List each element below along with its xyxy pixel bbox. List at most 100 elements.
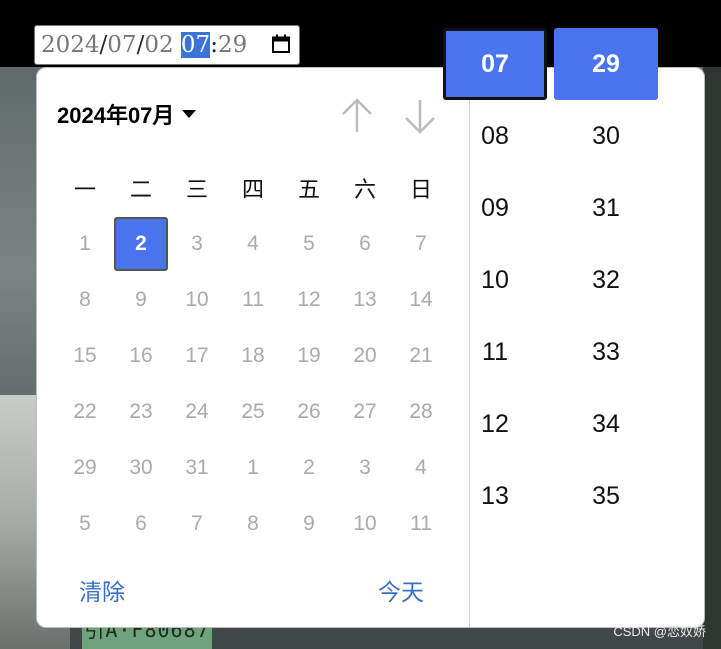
day-cell[interactable]: 22 bbox=[57, 384, 113, 440]
minute-label: 29 bbox=[554, 28, 658, 100]
minute-option-selected[interactable]: 29 bbox=[554, 28, 658, 100]
day-label: 8 bbox=[247, 512, 259, 535]
today-button[interactable]: 今天 bbox=[378, 573, 424, 607]
day-label: 3 bbox=[191, 232, 203, 255]
days-grid: 1 2 3 4 5 6 7 8 9 10 11 12 13 14 15 16 17 18 19 20 21 22 23 24 2… bbox=[57, 216, 449, 552]
weekday-label: 日 bbox=[409, 178, 432, 203]
day-cell[interactable]: 30 bbox=[113, 440, 169, 496]
day-cell[interactable]: 4 bbox=[225, 216, 281, 272]
day-label: 9 bbox=[303, 512, 315, 535]
day-label: 3 bbox=[359, 456, 371, 479]
day-cell[interactable]: 3 bbox=[337, 440, 393, 496]
day-label: 5 bbox=[79, 512, 91, 535]
minute-option[interactable]: 33 bbox=[554, 316, 658, 388]
day-cell[interactable]: 18 bbox=[225, 328, 281, 384]
day-cell[interactable]: 8 bbox=[225, 496, 281, 552]
day-cell[interactable]: 10 bbox=[337, 496, 393, 552]
day-label: 2 bbox=[114, 217, 168, 271]
day-label: 20 bbox=[353, 344, 377, 367]
calendar-icon[interactable] bbox=[271, 34, 291, 54]
day-cell[interactable]: 20 bbox=[337, 328, 393, 384]
day-cell[interactable]: 16 bbox=[113, 328, 169, 384]
day-cell[interactable]: 28 bbox=[393, 384, 449, 440]
weekday-label: 四 bbox=[241, 178, 264, 203]
hour-label: 07 bbox=[443, 28, 547, 100]
day-cell[interactable]: 11 bbox=[393, 496, 449, 552]
hour-option-selected[interactable]: 07 bbox=[443, 28, 547, 100]
month-title: 2024年07月 bbox=[57, 103, 175, 128]
hour-option[interactable]: 11 bbox=[443, 316, 547, 388]
arrow-down-icon bbox=[405, 100, 435, 134]
minute-option[interactable]: 32 bbox=[554, 244, 658, 316]
day-label: 28 bbox=[409, 400, 433, 423]
month-selector[interactable]: 2024年07月 bbox=[57, 98, 197, 130]
day-cell[interactable]: 5 bbox=[57, 496, 113, 552]
day-cell[interactable]: 31 bbox=[169, 440, 225, 496]
hour-option[interactable]: 09 bbox=[443, 172, 547, 244]
day-cell[interactable]: 6 bbox=[113, 496, 169, 552]
day-cell[interactable]: 2 bbox=[281, 440, 337, 496]
day-cell[interactable]: 17 bbox=[169, 328, 225, 384]
day-cell[interactable]: 19 bbox=[281, 328, 337, 384]
day-cell[interactable]: 27 bbox=[337, 384, 393, 440]
day-cell[interactable]: 7 bbox=[393, 216, 449, 272]
minute-option[interactable]: 31 bbox=[554, 172, 658, 244]
day-cell[interactable]: 24 bbox=[169, 384, 225, 440]
day-label: 4 bbox=[415, 456, 427, 479]
day-cell[interactable]: 14 bbox=[393, 272, 449, 328]
day-cell-selected[interactable]: 2 bbox=[113, 216, 169, 272]
day-cell[interactable]: 1 bbox=[57, 216, 113, 272]
minute-option[interactable]: 30 bbox=[554, 100, 658, 172]
hour-option[interactable]: 10 bbox=[443, 244, 547, 316]
day-cell[interactable]: 11 bbox=[225, 272, 281, 328]
day-label: 1 bbox=[247, 456, 259, 479]
day-cell[interactable]: 8 bbox=[57, 272, 113, 328]
hour-option[interactable]: 13 bbox=[443, 460, 547, 532]
day-cell[interactable]: 15 bbox=[57, 328, 113, 384]
month-segment[interactable]: 07 bbox=[107, 32, 136, 58]
minute-segment[interactable]: 29 bbox=[218, 32, 252, 58]
hour-segment[interactable]: 07 bbox=[180, 32, 211, 58]
day-label: 23 bbox=[129, 400, 153, 423]
next-month-button[interactable] bbox=[403, 98, 437, 134]
day-cell[interactable]: 10 bbox=[169, 272, 225, 328]
hour-option[interactable]: 12 bbox=[443, 388, 547, 460]
hour-label: 11 bbox=[482, 337, 508, 366]
weekday-header: 一 二 三 四 五 六 日 bbox=[57, 172, 449, 204]
minute-option[interactable]: 35 bbox=[554, 460, 658, 532]
day-label: 24 bbox=[185, 400, 209, 423]
day-cell[interactable]: 21 bbox=[393, 328, 449, 384]
day-cell[interactable]: 13 bbox=[337, 272, 393, 328]
hour-column: 07 08 09 10 11 12 13 bbox=[443, 28, 547, 532]
day-cell[interactable]: 25 bbox=[225, 384, 281, 440]
day-cell[interactable]: 1 bbox=[225, 440, 281, 496]
day-cell[interactable]: 4 bbox=[393, 440, 449, 496]
day-cell[interactable]: 23 bbox=[113, 384, 169, 440]
day-cell[interactable]: 7 bbox=[169, 496, 225, 552]
day-label: 15 bbox=[73, 344, 97, 367]
clear-button[interactable]: 清除 bbox=[79, 573, 125, 607]
day-label: 16 bbox=[129, 344, 153, 367]
year-segment[interactable]: 2024 bbox=[41, 32, 100, 58]
day-label: 26 bbox=[297, 400, 321, 423]
datetime-input[interactable]: 2024 / 07 / 02 07 : 29 bbox=[34, 25, 300, 65]
day-cell[interactable]: 26 bbox=[281, 384, 337, 440]
caret-down-icon bbox=[182, 110, 197, 118]
hour-option[interactable]: 08 bbox=[443, 100, 547, 172]
day-label: 19 bbox=[297, 344, 321, 367]
day-label: 2 bbox=[303, 456, 315, 479]
day-cell[interactable]: 5 bbox=[281, 216, 337, 272]
day-label: 13 bbox=[353, 288, 377, 311]
weekday-label: 三 bbox=[185, 178, 208, 203]
day-segment[interactable]: 02 bbox=[144, 32, 173, 58]
day-cell[interactable]: 29 bbox=[57, 440, 113, 496]
day-cell[interactable]: 6 bbox=[337, 216, 393, 272]
day-cell[interactable]: 3 bbox=[169, 216, 225, 272]
day-label: 6 bbox=[135, 512, 147, 535]
day-cell[interactable]: 12 bbox=[281, 272, 337, 328]
day-cell[interactable]: 9 bbox=[113, 272, 169, 328]
previous-month-button[interactable] bbox=[340, 98, 374, 134]
minute-option[interactable]: 34 bbox=[554, 388, 658, 460]
day-cell[interactable]: 9 bbox=[281, 496, 337, 552]
day-label: 4 bbox=[247, 232, 259, 255]
